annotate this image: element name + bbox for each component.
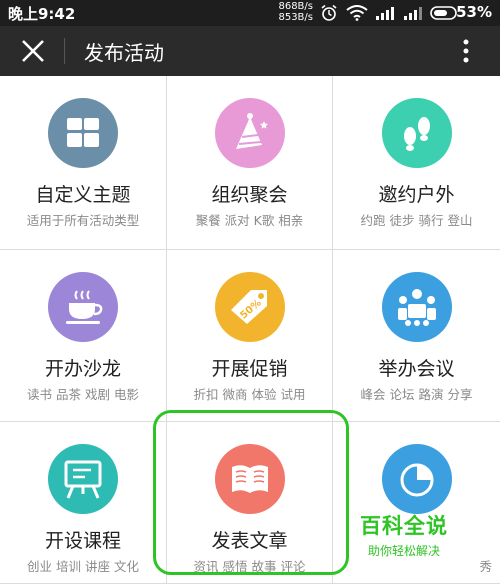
more-options-icon[interactable] xyxy=(462,38,470,64)
salon-icon-circle xyxy=(48,272,118,342)
activity-option-custom-theme[interactable]: 自定义主题 适用于所有活动类型 xyxy=(0,76,167,250)
activity-examples: 创业 培训 讲座 文化 xyxy=(27,559,139,574)
meeting-icon xyxy=(397,289,436,326)
activity-option-show[interactable]: 秀 xyxy=(333,422,500,584)
open-book-icon xyxy=(231,465,268,493)
meeting-icon-circle xyxy=(381,272,452,342)
activity-examples: 读书 品茶 戏剧 电影 xyxy=(27,387,139,402)
article-icon-circle xyxy=(214,444,285,514)
activity-option-salon[interactable]: 开办沙龙 读书 品茶 戏剧 电影 xyxy=(0,250,167,422)
activity-type-grid: 自定义主题 适用于所有活动类型 组织聚会 聚餐 派对 K歌 相亲 邀约户外 约跑… xyxy=(0,76,500,584)
watermark-title: 百科全说 xyxy=(360,514,448,538)
net-down: 853B/s xyxy=(278,12,313,23)
activity-examples: 聚餐 派对 K歌 相亲 xyxy=(195,213,304,228)
watermark-tagline: 助你轻松解决 xyxy=(368,544,441,558)
coffee-cup-icon xyxy=(66,290,103,324)
close-icon[interactable] xyxy=(20,38,46,64)
footprints-icon xyxy=(403,117,430,151)
promotion-icon-circle: 50% xyxy=(214,272,285,342)
party-icon-circle xyxy=(214,98,285,168)
battery-percent: 53% xyxy=(456,3,492,21)
activity-name: 开展促销 xyxy=(211,358,288,380)
blackboard-icon xyxy=(64,460,102,499)
activity-examples: 峰会 论坛 路演 分享 xyxy=(360,387,473,402)
activity-name: 邀约户外 xyxy=(378,184,455,206)
activity-option-promotion[interactable]: 50% 开展促销 折扣 微商 体验 试用 xyxy=(167,250,333,422)
activity-name: 开办沙龙 xyxy=(44,358,121,380)
grid-icon xyxy=(67,118,99,147)
net-up: 868B/s xyxy=(278,1,313,12)
title-divider xyxy=(64,38,65,64)
outdoor-icon-circle xyxy=(381,98,452,168)
activity-name: 发表文章 xyxy=(211,530,288,552)
signal-icon xyxy=(376,7,422,20)
activity-option-meeting[interactable]: 举办会议 峰会 论坛 路演 分享 xyxy=(333,250,500,422)
activity-name: 举办会议 xyxy=(378,358,455,380)
activity-option-party[interactable]: 组织聚会 聚餐 派对 K歌 相亲 xyxy=(167,76,333,250)
course-icon-circle xyxy=(48,444,118,514)
activity-examples: 折扣 微商 体验 试用 xyxy=(193,387,306,402)
wifi-icon xyxy=(346,5,368,21)
activity-name: 自定义主题 xyxy=(35,184,131,206)
status-icons xyxy=(320,3,460,23)
page-title: 发布活动 xyxy=(84,41,164,65)
alarm-icon xyxy=(321,4,337,21)
pie-chart-icon xyxy=(400,463,433,497)
activity-option-outdoor[interactable]: 邀约户外 约跑 徒步 骑行 登山 xyxy=(333,76,500,250)
activity-examples: 资讯 感悟 故事 评论 xyxy=(193,559,306,574)
activity-examples: 适用于所有活动类型 xyxy=(26,213,140,228)
activity-option-article[interactable]: 发表文章 资讯 感悟 故事 评论 xyxy=(167,422,333,584)
activity-name: 开设课程 xyxy=(44,530,121,552)
custom-theme-icon-circle xyxy=(48,98,118,168)
party-hat-icon xyxy=(235,113,268,149)
status-time: 晚上9:42 xyxy=(8,5,76,23)
status-bar: 晚上9:42 868B/s 853B/s 53% xyxy=(0,0,500,26)
network-speed: 868B/s 853B/s xyxy=(255,1,313,23)
show-icon-circle xyxy=(381,444,452,514)
activity-name: 组织聚会 xyxy=(211,184,288,206)
activity-examples: 约跑 徒步 骑行 登山 xyxy=(360,213,473,228)
title-bar: 发布活动 xyxy=(0,26,500,76)
activity-option-course[interactable]: 开设课程 创业 培训 讲座 文化 xyxy=(0,422,167,584)
discount-tag-icon: 50% xyxy=(230,290,267,324)
watermark-logo: 百科全说 助你轻松解决 xyxy=(360,510,470,559)
